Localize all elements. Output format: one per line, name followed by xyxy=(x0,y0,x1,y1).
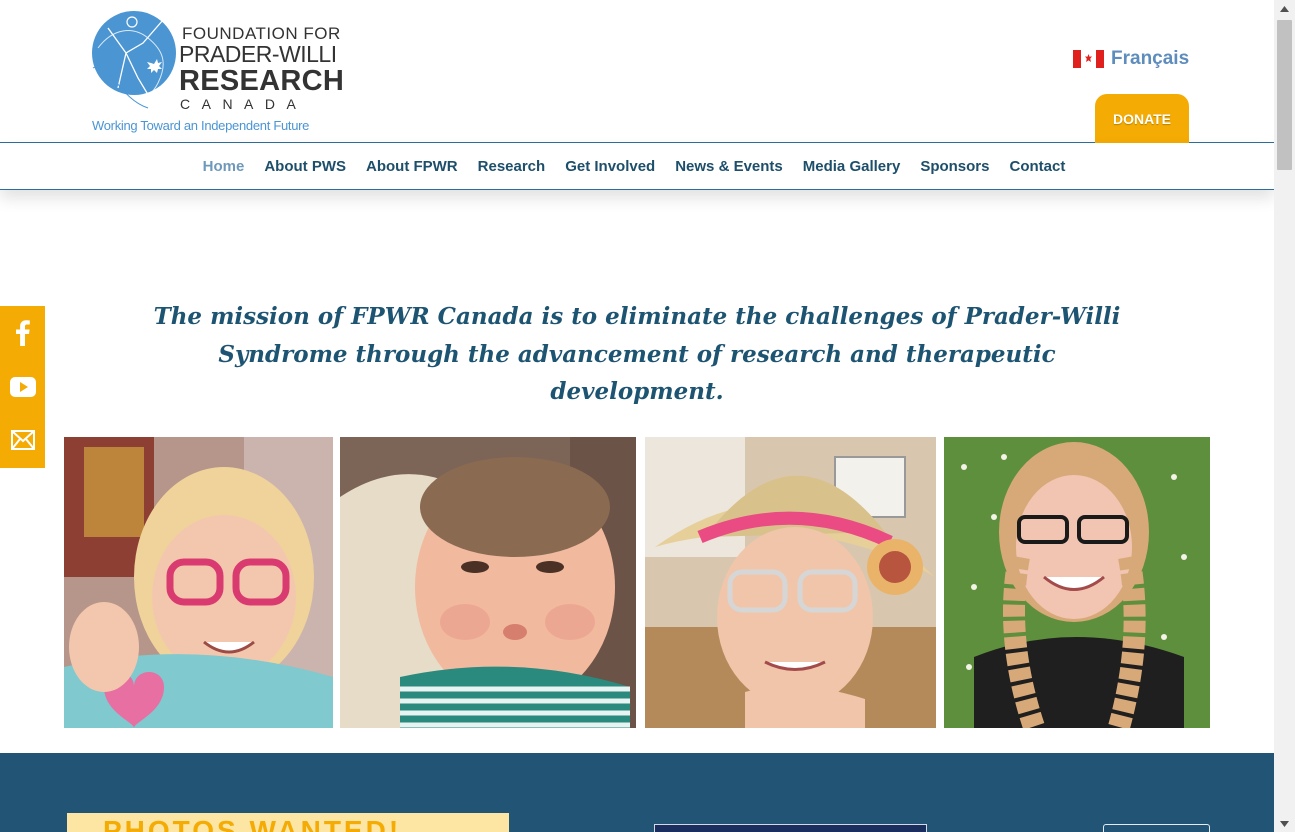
site-header: FOUNDATION FOR PRADER-WILLI RESEARCH CAN… xyxy=(0,0,1274,143)
nav-item-home[interactable]: Home xyxy=(203,158,245,175)
nav-item-news-events[interactable]: News & Events xyxy=(675,158,783,175)
mission-statement: The mission of FPWR Canada is to elimina… xyxy=(153,303,1121,405)
nav-item-media-gallery[interactable]: Media Gallery xyxy=(803,158,901,175)
logo-figure-icon xyxy=(92,16,164,109)
nav-item-about-pws[interactable]: About PWS xyxy=(264,158,346,175)
donate-button[interactable]: DONATE xyxy=(1095,94,1189,143)
language-label: Français xyxy=(1111,48,1190,69)
photo-young-woman-braids xyxy=(944,437,1210,728)
nav-item-get-involved[interactable]: Get Involved xyxy=(565,158,655,175)
photo-girl-straw-hat xyxy=(645,437,936,728)
site-logo[interactable]: FOUNDATION FOR PRADER-WILLI RESEARCH CAN… xyxy=(88,8,344,136)
photo-toddler-pink-glasses xyxy=(64,437,333,728)
photo-baby-striped-shirt xyxy=(340,437,636,728)
logo-text-research: RESEARCH xyxy=(179,65,345,97)
logo-tagline: Working Toward an Independent Future xyxy=(92,118,310,133)
photos-wanted-text: PHOTOS WANTED! xyxy=(103,815,402,832)
scroll-up-arrow-icon[interactable] xyxy=(1274,0,1295,17)
canada-flag-icon xyxy=(1073,50,1104,68)
feature-card-image[interactable] xyxy=(654,824,927,832)
main-nav: Home About PWS About FPWR Research Get I… xyxy=(0,143,1274,190)
photos-wanted-banner[interactable]: PHOTOS WANTED! xyxy=(67,813,509,832)
youtube-icon[interactable] xyxy=(0,367,45,407)
social-sidebar xyxy=(0,306,45,468)
nav-item-contact[interactable]: Contact xyxy=(1010,158,1066,175)
logo-text-prader-willi: PRADER-WILLI xyxy=(179,41,337,67)
email-icon[interactable] xyxy=(0,420,45,460)
scrollbar-thumb[interactable] xyxy=(1277,20,1292,170)
language-switch[interactable]: Français xyxy=(1073,48,1189,70)
feature-button[interactable] xyxy=(1103,824,1210,832)
nav-item-sponsors[interactable]: Sponsors xyxy=(920,158,989,175)
scroll-down-arrow-icon[interactable] xyxy=(1274,815,1295,832)
page: FOUNDATION FOR PRADER-WILLI RESEARCH CAN… xyxy=(0,0,1274,832)
page-scrollbar[interactable] xyxy=(1274,0,1295,832)
nav-item-about-fpwr[interactable]: About FPWR xyxy=(366,158,458,175)
logo-text-canada: CANADA xyxy=(180,96,308,112)
nav-item-research[interactable]: Research xyxy=(478,158,546,175)
facebook-icon[interactable] xyxy=(0,313,45,353)
